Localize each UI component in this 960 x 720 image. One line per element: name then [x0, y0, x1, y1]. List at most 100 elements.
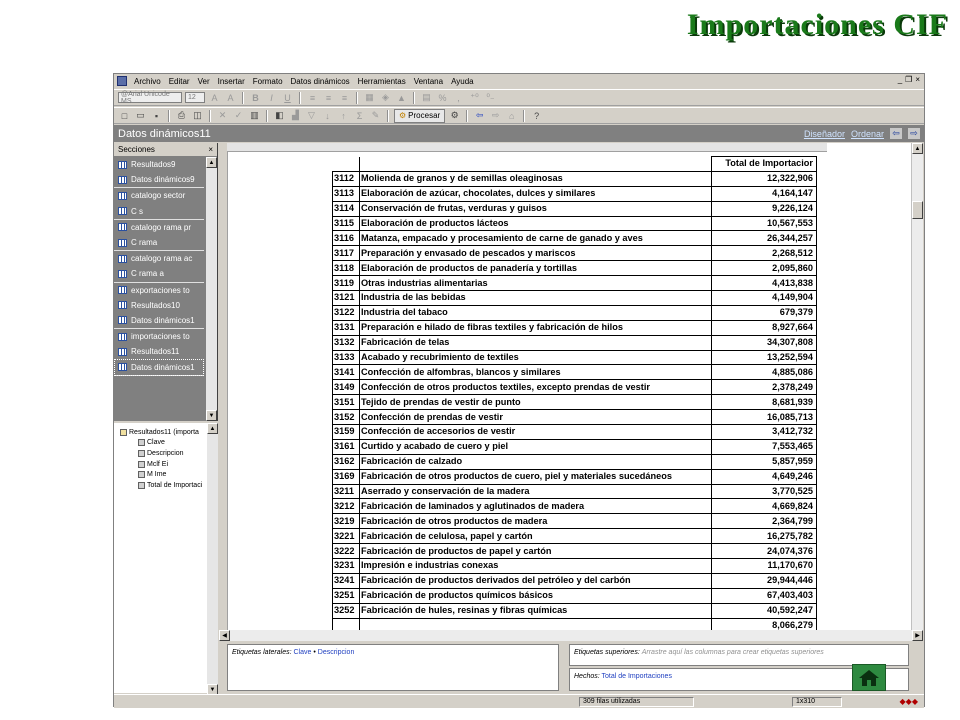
pivot-cell-clave[interactable]: 3241	[332, 572, 360, 589]
pivot-cell-total[interactable]: 3,770,525	[711, 483, 817, 500]
pivot-row[interactable]: 3115 Elaboración de productos lácteos 10,5…	[332, 215, 817, 232]
grid-view-icon[interactable]: ▥	[248, 109, 261, 122]
pivot-cell-clave[interactable]: 3112	[332, 170, 360, 187]
tree-field[interactable]: Descripcion	[114, 448, 218, 459]
pivot-row[interactable]: 3119 Otras industrias alimentarias 4,413,8…	[332, 275, 817, 292]
menu-ver[interactable]: Ver	[194, 77, 214, 86]
grid-vertical-scrollbar[interactable]: ▲	[911, 143, 923, 630]
pivot-cell-clave[interactable]: 3159	[332, 424, 360, 440]
pivot-cell-clave[interactable]: 3121	[332, 290, 360, 306]
pivot-cell-clave[interactable]: 3133	[332, 349, 360, 366]
font-name-select[interactable]: @Arial Unicode MS	[118, 91, 182, 105]
help-button[interactable]: ?	[530, 109, 543, 122]
pivot-cell-descripcion[interactable]: Fabricación de laminados y aglutinados d…	[359, 498, 712, 515]
font-size-select[interactable]: 12	[185, 92, 205, 103]
pivot-cell-descripcion[interactable]: Fabricación de otros productos de cuero,…	[359, 468, 712, 485]
pivot-cell-descripcion[interactable]: Preparación y envasado de pescados y mar…	[359, 245, 712, 262]
bold-button[interactable]: B	[249, 91, 262, 104]
pivot-cell-clave[interactable]: 3221	[332, 528, 360, 545]
pivot-cell-total[interactable]: 5,857,959	[711, 453, 817, 470]
print-icon[interactable]: ⎙	[175, 109, 188, 122]
pivot-cell-clave[interactable]: 3161	[332, 438, 360, 455]
menu-ventana[interactable]: Ventana	[410, 77, 447, 86]
section-item[interactable]: catalogo sector	[114, 188, 204, 203]
tree-field[interactable]: Mclf Ei	[114, 459, 218, 470]
pivot-cell-clave[interactable]: 3222	[332, 543, 360, 560]
pivot-row[interactable]: 3252 Fabricación de hules, resinas y fibr…	[332, 602, 817, 619]
pivot-cell-descripcion[interactable]: Preparación e hilado de fibras textiles …	[359, 319, 712, 336]
sort-desc-icon[interactable]: ↑	[337, 109, 350, 122]
pivot-cell-total[interactable]: 13,252,594	[711, 349, 817, 366]
pivot-cell-total[interactable]: 2,364,799	[711, 513, 817, 530]
pivot-row[interactable]: 3132 Fabricación de telas 34,307,808	[332, 334, 817, 351]
lateral-field-descripcion[interactable]: Descripcion	[318, 649, 355, 656]
pivot-cell-clave[interactable]: 3151	[332, 394, 360, 411]
menu-herramientas[interactable]: Herramientas	[354, 77, 410, 86]
pivot-row[interactable]: 3133 Acabado y recubrimiento de textiles 1…	[332, 349, 817, 366]
pivot-cell-descripcion[interactable]: Acabado y recubrimiento de textiles	[359, 349, 712, 366]
pivot-cell-clave[interactable]: 3149	[332, 379, 360, 396]
pivot-cell-total[interactable]: 29,944,446	[711, 572, 817, 589]
underline-button[interactable]: U	[281, 91, 294, 104]
pivot-cell-descripcion[interactable]: Fabricación de productos de papel y cart…	[359, 543, 712, 560]
pivot-cell-descripcion[interactable]: Industria de las bebidas	[359, 290, 712, 306]
pivot-cell-clave[interactable]: 3122	[332, 304, 360, 321]
procesar-button[interactable]: ⚙ Procesar	[394, 108, 446, 123]
tree-root[interactable]: Resultados11 (importa	[114, 427, 218, 438]
menu-editar[interactable]: Editar	[165, 77, 194, 86]
pivot-row[interactable]: 3159 Confección de accesorios de vestir 3,…	[332, 424, 817, 440]
pivot-cell-total[interactable]: 16,275,782	[711, 528, 817, 545]
pivot-row[interactable]: 3231 Impresión e industrias conexas 11,170…	[332, 558, 817, 574]
pivot-cell-descripcion[interactable]: Fabricación de productos químicos básico…	[359, 587, 712, 604]
scroll-up-icon[interactable]: ▲	[912, 143, 923, 154]
disenador-link[interactable]: Diseñador	[804, 129, 845, 139]
pivot-cell-clave[interactable]: 3131	[332, 319, 360, 336]
back-icon[interactable]: ⇦	[473, 109, 486, 122]
pivot-cell-descripcion[interactable]: Fabricación de productos derivados del p…	[359, 572, 712, 589]
scroll-down-icon[interactable]: ▼	[206, 410, 217, 421]
sections-scrollbar[interactable]: ▲ ▼	[206, 157, 217, 421]
pivot-cell-clave[interactable]: 3115	[332, 215, 360, 232]
pivot-cell-clave[interactable]: 3132	[332, 334, 360, 351]
scroll-up-icon[interactable]: ▲	[206, 157, 217, 168]
pivot-cell-total[interactable]: 679,379	[711, 304, 817, 321]
section-item[interactable]: Resultados10	[114, 298, 204, 313]
pivot-cell-total[interactable]: 4,649,246	[711, 468, 817, 485]
pivot-cell-descripcion[interactable]: Elaboración de productos de panadería y …	[359, 260, 712, 277]
pivot-cell-total[interactable]: 10,567,553	[711, 215, 817, 232]
pivot-cell-descripcion[interactable]: Industria del tabaco	[359, 304, 712, 321]
pivot-cell-total[interactable]: 4,885,086	[711, 364, 817, 381]
pivot-cell-clave[interactable]: 3116	[332, 230, 360, 247]
close-window-button[interactable]: ×	[915, 75, 920, 84]
pivot-cell-clave[interactable]: 3162	[332, 453, 360, 470]
pivot-row[interactable]: 3114 Conservación de frutas, verduras y g…	[332, 200, 817, 217]
pivot-cell-total[interactable]: 4,149,904	[711, 290, 817, 306]
pivot-cell-total[interactable]: 26,344,257	[711, 230, 817, 247]
pivot-cell-total[interactable]: 7,553,465	[711, 438, 817, 455]
pivot-cell-total[interactable]: 8,927,664	[711, 319, 817, 336]
tree-scrollbar[interactable]: ▲ ▼	[207, 423, 218, 695]
chart-icon[interactable]: ▟	[289, 109, 302, 122]
pivot-row[interactable]: 3241 Fabricación de productos derivados d…	[332, 572, 817, 589]
pivot-cell-descripcion[interactable]: Confección de accesorios de vestir	[359, 424, 712, 440]
comma-button[interactable]: ,	[452, 91, 465, 104]
home-icon[interactable]: ⌂	[505, 109, 518, 122]
pivot-cell-descripcion[interactable]: Conservación de frutas, verduras y guiso…	[359, 200, 712, 217]
tree-field[interactable]: Clave	[114, 438, 218, 449]
minimize-button[interactable]: _	[898, 75, 902, 84]
pivot-cell-clave[interactable]: 3169	[332, 468, 360, 485]
pivot-cell-clave[interactable]: 3117	[332, 245, 360, 262]
section-item[interactable]: importaciones to	[114, 329, 204, 344]
scroll-up-icon[interactable]: ▲	[207, 423, 218, 434]
sort-asc-icon[interactable]: ↓	[321, 109, 334, 122]
pivot-view-icon[interactable]: ◧	[273, 109, 286, 122]
menu-ayuda[interactable]: Ayuda	[447, 77, 478, 86]
pivot-cell-clave[interactable]: 3114	[332, 200, 360, 217]
pivot-row[interactable]: 3161 Curtido y acabado de cuero y piel 7,5…	[332, 438, 817, 455]
pivot-cell-total[interactable]: 2,268,512	[711, 245, 817, 262]
pivot-row[interactable]: 3169 Fabricación de otros productos de cu…	[332, 468, 817, 485]
back-arrow-icon[interactable]: ⇦	[890, 128, 902, 139]
forward-icon[interactable]: ⇨	[489, 109, 502, 122]
pivot-cell-total[interactable]: 4,413,838	[711, 275, 817, 292]
section-item[interactable]: Datos dinámicos9	[114, 172, 204, 189]
